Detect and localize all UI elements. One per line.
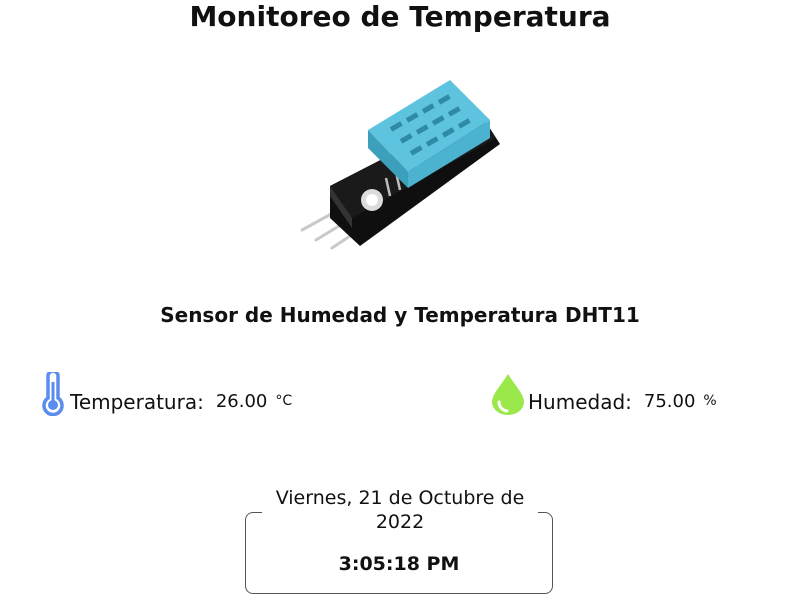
- humidity-reading: Humedad: 75.00 %: [490, 372, 717, 416]
- current-time: 3:05:18 PM: [338, 553, 460, 575]
- temperature-label: Temperatura:: [70, 390, 204, 414]
- dht11-sensor-image: [300, 80, 500, 250]
- humidity-unit: %: [703, 393, 717, 409]
- water-drop-icon: [492, 374, 524, 415]
- humidity-label: Humedad:: [528, 390, 632, 414]
- sensor-name: Sensor de Humedad y Temperatura DHT11: [160, 303, 640, 327]
- current-date: Viernes, 21 de Octubre de 2022: [262, 486, 538, 534]
- temperature-reading: Temperatura: 26.00 °C: [38, 372, 292, 416]
- humidity-value: 75.00: [643, 391, 696, 412]
- page: Monitoreo de Temperatura Sensor de Humed…: [0, 0, 800, 600]
- page-title: Monitoreo de Temperatura: [189, 0, 611, 33]
- temperature-value: 26.00: [215, 391, 268, 412]
- temperature-unit: °C: [275, 393, 293, 409]
- thermometer-icon: [42, 372, 64, 416]
